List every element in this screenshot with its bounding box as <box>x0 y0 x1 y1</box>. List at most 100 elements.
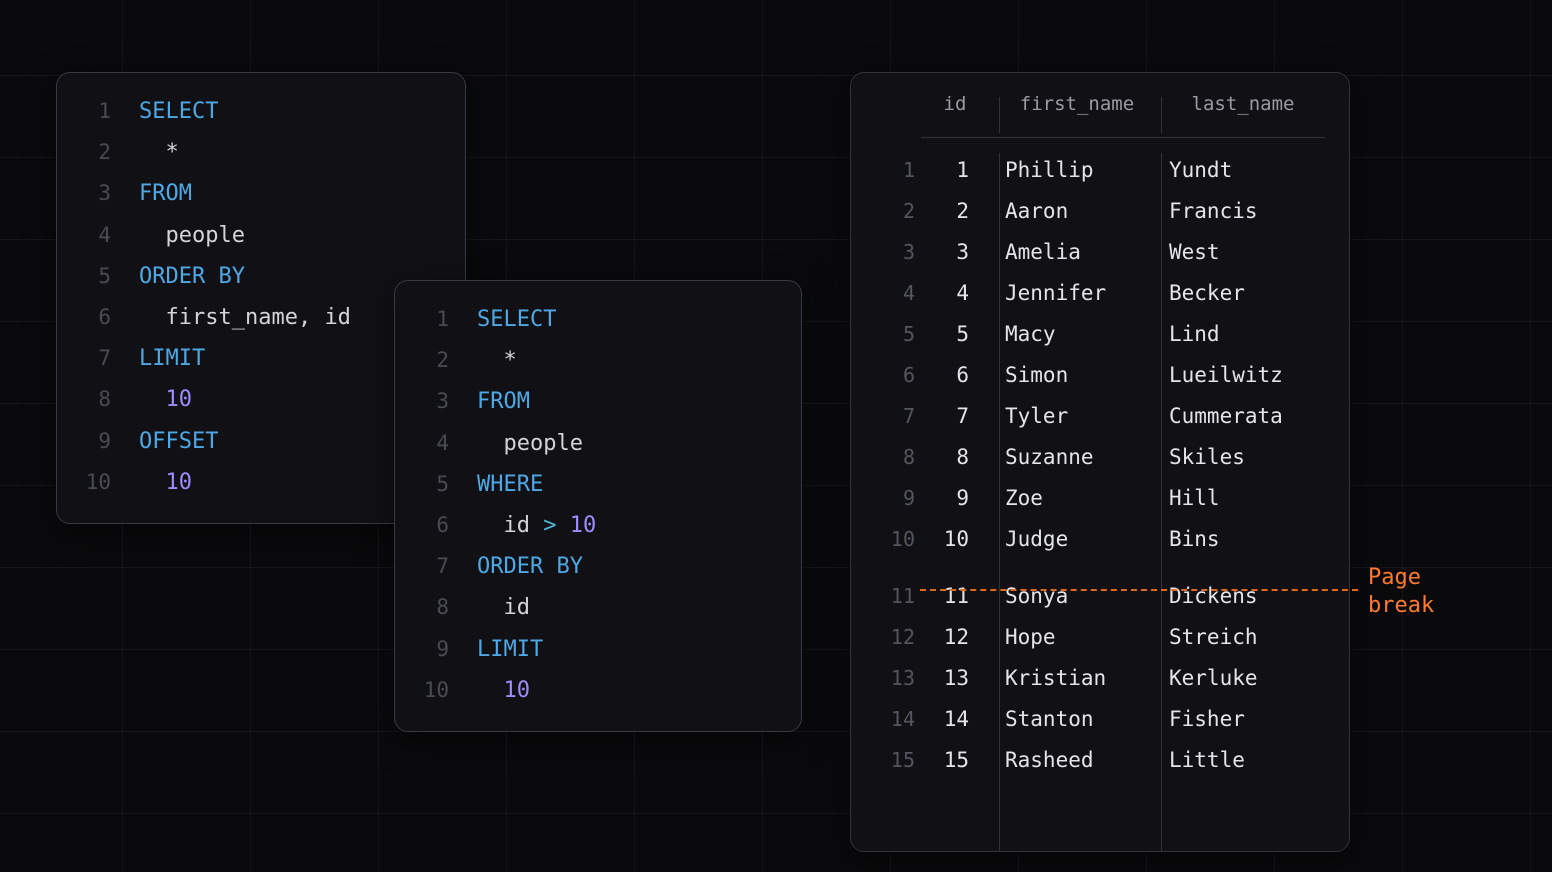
line-number: 1 <box>71 91 111 132</box>
cell-first-name: Sonya <box>995 584 1159 608</box>
header-divider <box>921 137 1325 138</box>
cell-first-name: Zoe <box>995 486 1159 510</box>
token-ident: id <box>504 587 531 628</box>
cell-last-name: Kerluke <box>1159 666 1327 690</box>
cell-last-name: Yundt <box>1159 158 1327 182</box>
line-number: 10 <box>71 462 111 503</box>
token-ident: people <box>504 423 583 464</box>
line-number: 2 <box>71 132 111 173</box>
col-divider-2 <box>1161 153 1162 851</box>
token-star: * <box>504 340 517 381</box>
page-break-divider <box>920 589 1358 591</box>
col-divider-2a <box>1161 97 1162 133</box>
cell-id: 3 <box>915 240 995 264</box>
col-header-first-name: first_name <box>995 93 1159 115</box>
line-number: 4 <box>409 423 449 464</box>
cell-id: 1 <box>915 158 995 182</box>
table-row: 1515RasheedLittle <box>851 739 1349 780</box>
row-number: 2 <box>851 199 915 223</box>
row-number: 1 <box>851 158 915 182</box>
cell-first-name: Kristian <box>995 666 1159 690</box>
token-num: 10 <box>570 505 597 546</box>
code-line: 7 ORDER BY <box>409 546 773 587</box>
cell-last-name: Cummerata <box>1159 404 1327 428</box>
row-number: 13 <box>851 666 915 690</box>
cell-first-name: Stanton <box>995 707 1159 731</box>
cell-last-name: Bins <box>1159 527 1327 551</box>
token-kw: ORDER BY <box>139 256 245 297</box>
cell-first-name: Judge <box>995 527 1159 551</box>
cell-id: 4 <box>915 281 995 305</box>
table-row: 11PhillipYundt <box>851 149 1349 190</box>
token-ident: first_name, id <box>166 297 351 338</box>
line-number: 9 <box>409 629 449 670</box>
table-row: 99ZoeHill <box>851 477 1349 518</box>
table-row: 1010JudgeBins <box>851 518 1349 559</box>
cell-id: 8 <box>915 445 995 469</box>
code-line: 4 people <box>409 423 773 464</box>
line-number: 7 <box>71 338 111 379</box>
code-line: 3FROM <box>71 173 437 214</box>
row-number: 11 <box>851 584 915 608</box>
code-line: 3FROM <box>409 381 773 422</box>
cell-last-name: Becker <box>1159 281 1327 305</box>
cell-last-name: Lind <box>1159 322 1327 346</box>
col-divider-1a <box>999 97 1000 133</box>
row-number: 3 <box>851 240 915 264</box>
cell-last-name: Little <box>1159 748 1327 772</box>
cell-first-name: Simon <box>995 363 1159 387</box>
token-kw: OFFSET <box>139 421 218 462</box>
line-number: 8 <box>409 587 449 628</box>
token-num: 10 <box>166 462 193 503</box>
line-number: 5 <box>409 464 449 505</box>
cell-first-name: Suzanne <box>995 445 1159 469</box>
cell-first-name: Tyler <box>995 404 1159 428</box>
code-line: 9 LIMIT <box>409 629 773 670</box>
cell-first-name: Amelia <box>995 240 1159 264</box>
code-line: 1SELECT <box>71 91 437 132</box>
line-number: 6 <box>409 505 449 546</box>
code-line: 6 first_name, id <box>71 297 437 338</box>
code-line: 5 ORDER BY <box>71 256 437 297</box>
row-number: 7 <box>851 404 915 428</box>
cell-last-name: Dickens <box>1159 584 1327 608</box>
token-kw: FROM <box>477 381 530 422</box>
line-number: 3 <box>71 173 111 214</box>
table-row: 77TylerCummerata <box>851 395 1349 436</box>
row-number: 15 <box>851 748 915 772</box>
table-row: 33AmeliaWest <box>851 231 1349 272</box>
results-table: id first_name last_name 11PhillipYundt22… <box>850 72 1350 852</box>
cell-first-name: Aaron <box>995 199 1159 223</box>
line-number: 7 <box>409 546 449 587</box>
code-line: 8 id <box>409 587 773 628</box>
token-ident: id <box>504 505 544 546</box>
row-number: 10 <box>851 527 915 551</box>
code-line: 1SELECT <box>409 299 773 340</box>
line-number: 5 <box>71 256 111 297</box>
table-row: 1313KristianKerluke <box>851 657 1349 698</box>
token-ident: people <box>166 215 245 256</box>
cell-last-name: West <box>1159 240 1327 264</box>
row-number: 5 <box>851 322 915 346</box>
code-line: 4 people <box>71 215 437 256</box>
code-block-where: 1SELECT2 *3FROM4 people5WHERE6 id > 107O… <box>394 280 802 732</box>
cell-id: 14 <box>915 707 995 731</box>
cell-last-name: Francis <box>1159 199 1327 223</box>
cell-last-name: Skiles <box>1159 445 1327 469</box>
token-kw: LIMIT <box>139 338 205 379</box>
token-kw: ORDER BY <box>477 546 583 587</box>
line-number: 9 <box>71 421 111 462</box>
table-row: 1414StantonFisher <box>851 698 1349 739</box>
table-row: 66SimonLueilwitz <box>851 354 1349 395</box>
cell-id: 11 <box>915 584 995 608</box>
cell-last-name: Fisher <box>1159 707 1327 731</box>
line-number: 1 <box>409 299 449 340</box>
table-row: 55MacyLind <box>851 313 1349 354</box>
token-op: > <box>543 505 570 546</box>
col-divider-1 <box>999 153 1000 851</box>
cell-first-name: Hope <box>995 625 1159 649</box>
row-number: 8 <box>851 445 915 469</box>
code-line: 10 10 <box>409 670 773 711</box>
token-kw: LIMIT <box>477 629 543 670</box>
col-header-id: id <box>915 93 995 115</box>
